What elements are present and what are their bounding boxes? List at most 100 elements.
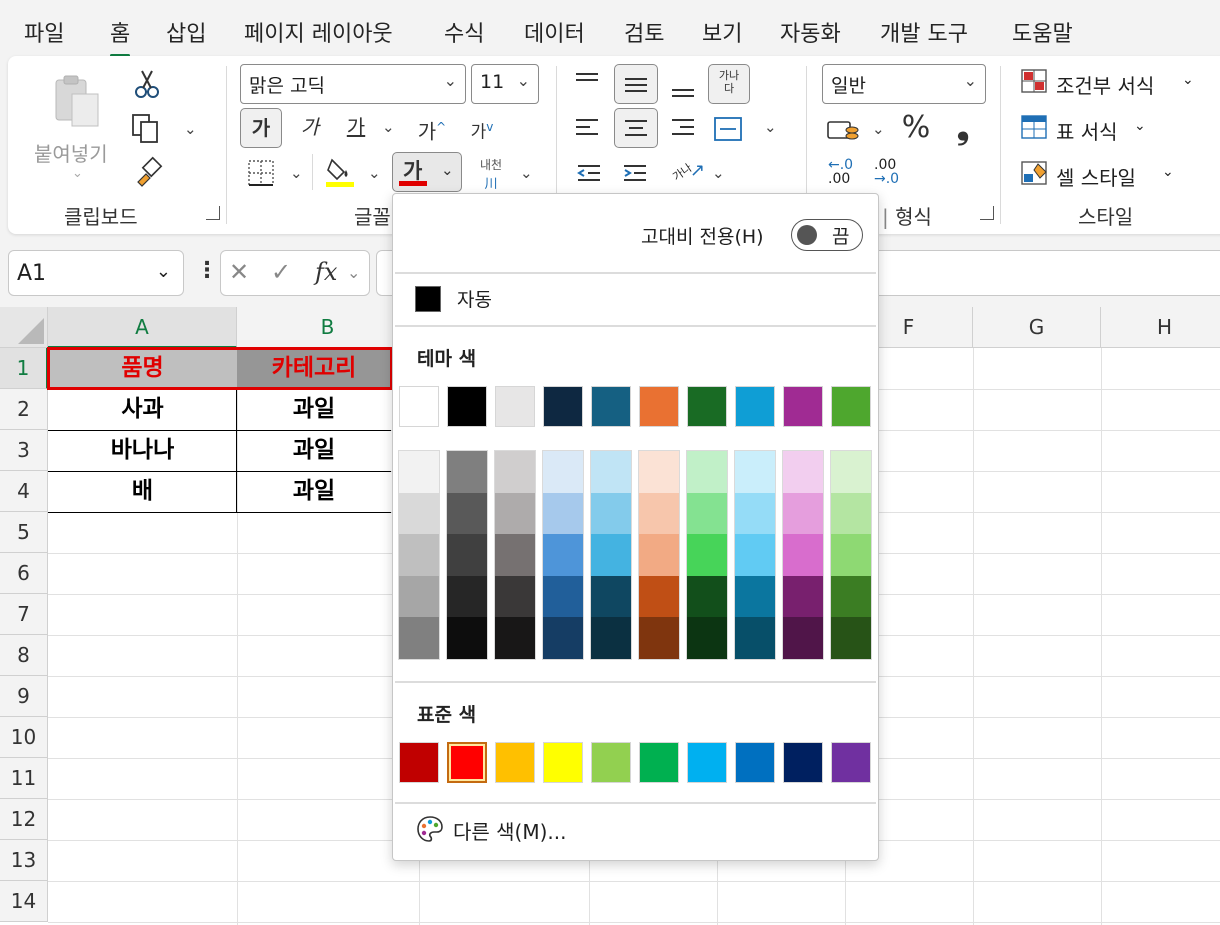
theme-shade-swatch[interactable] [831, 492, 871, 535]
theme-shade-swatch[interactable] [687, 575, 727, 618]
align-bottom-icon[interactable] [668, 72, 698, 102]
theme-shade-swatch[interactable] [831, 575, 871, 618]
theme-shade-swatch[interactable] [447, 534, 487, 577]
cell-styles-button[interactable]: 셀 스타일 ⌄ [1020, 160, 1220, 192]
theme-shade-swatch[interactable] [399, 451, 439, 493]
standard-color-swatch[interactable] [591, 742, 631, 783]
row-header-4[interactable]: 4 [0, 471, 48, 512]
cell-a4[interactable]: 배 [48, 471, 237, 512]
name-box[interactable]: A1 ⌄ [8, 250, 184, 296]
theme-shade-swatch[interactable] [639, 492, 679, 535]
comma-button[interactable]: ❟ [948, 108, 978, 148]
tab-4[interactable]: 페이지 레이아웃 [244, 16, 393, 48]
align-right-icon[interactable] [668, 114, 698, 144]
row-header-13[interactable]: 13 [0, 840, 48, 881]
theme-shade-swatch[interactable] [783, 617, 823, 660]
chevron-down-icon[interactable]: ⌄ [872, 120, 885, 138]
fill-color-icon[interactable] [324, 154, 356, 188]
theme-shade-swatch[interactable] [687, 451, 727, 493]
theme-shade-swatch[interactable] [447, 617, 487, 660]
theme-shade-swatch[interactable] [447, 575, 487, 618]
wrap-text-button[interactable]: 가나 다 [708, 64, 750, 104]
tab-2[interactable]: 홈 [110, 16, 131, 57]
cell-a3[interactable]: 바나나 [48, 430, 237, 471]
theme-shade-swatch[interactable] [687, 617, 727, 660]
theme-shade-swatch[interactable] [735, 492, 775, 535]
chevron-down-icon[interactable]: ⌄ [712, 164, 725, 182]
chevron-down-icon[interactable]: ⌄ [764, 118, 777, 136]
standard-color-swatch[interactable] [399, 742, 439, 783]
column-header-h[interactable]: H [1101, 307, 1220, 348]
standard-color-swatch[interactable] [687, 742, 727, 783]
select-all-button[interactable] [0, 307, 48, 348]
theme-shade-swatch[interactable] [639, 534, 679, 577]
font-color-button[interactable]: 가 ⌄ [392, 152, 462, 192]
more-options-icon[interactable]: ⋮ [196, 258, 218, 283]
theme-shade-swatch[interactable] [591, 451, 631, 493]
align-top-icon[interactable] [572, 68, 602, 98]
tab-8[interactable]: 보기 [702, 16, 742, 48]
cell-b2[interactable]: 과일 [237, 389, 391, 430]
standard-color-swatch[interactable] [495, 742, 535, 783]
theme-color-swatch[interactable] [735, 386, 775, 427]
theme-shade-swatch[interactable] [543, 617, 583, 660]
row-header-6[interactable]: 6 [0, 553, 48, 594]
row-header-8[interactable]: 8 [0, 635, 48, 676]
decrease-indent-icon[interactable] [574, 160, 604, 190]
tab-3[interactable]: 삽입 [166, 16, 206, 48]
theme-color-swatch[interactable] [495, 386, 535, 427]
theme-shade-swatch[interactable] [543, 575, 583, 618]
borders-icon[interactable] [246, 158, 276, 188]
italic-button[interactable]: 가 [292, 108, 328, 148]
theme-shade-swatch[interactable] [639, 575, 679, 618]
theme-color-swatch[interactable] [783, 386, 823, 427]
align-left-icon[interactable] [572, 114, 602, 144]
row-header-5[interactable]: 5 [0, 512, 48, 553]
theme-shade-swatch[interactable] [783, 534, 823, 577]
format-as-table-button[interactable]: 표 서식 ⌄ [1020, 114, 1220, 146]
row-header-9[interactable]: 9 [0, 676, 48, 717]
theme-shade-swatch[interactable] [687, 492, 727, 535]
standard-color-swatch[interactable] [831, 742, 871, 783]
theme-shade-swatch[interactable] [399, 617, 439, 660]
theme-color-swatch[interactable] [591, 386, 631, 427]
tab-6[interactable]: 데이터 [524, 16, 585, 48]
theme-shade-swatch[interactable] [495, 575, 535, 618]
theme-shade-swatch[interactable] [495, 492, 535, 535]
tab-9[interactable]: 자동화 [780, 16, 841, 48]
theme-shade-swatch[interactable] [591, 492, 631, 535]
number-format-dropdown[interactable]: 일반 ⌄ [822, 64, 986, 104]
decrease-decimal-button[interactable]: .00 →.0 [874, 158, 908, 192]
row-header-3[interactable]: 3 [0, 430, 48, 471]
accounting-format-icon[interactable] [826, 116, 860, 146]
theme-color-swatch[interactable] [447, 386, 487, 427]
theme-shade-swatch[interactable] [735, 534, 775, 577]
theme-color-swatch[interactable] [687, 386, 727, 427]
theme-shade-swatch[interactable] [543, 492, 583, 535]
automatic-color-option[interactable]: 자동 [415, 284, 855, 314]
standard-color-swatch[interactable] [783, 742, 823, 783]
cancel-icon[interactable]: ✕ [229, 258, 249, 286]
row-header-1[interactable]: 1 [0, 348, 48, 389]
chevron-down-icon[interactable]: ⌄ [290, 164, 303, 182]
column-header-g[interactable]: G [973, 307, 1101, 348]
dialog-launcher-icon[interactable] [980, 206, 994, 220]
theme-shade-swatch[interactable] [639, 451, 679, 493]
tab-1[interactable]: 파일 [24, 16, 64, 48]
orientation-button[interactable]: 가나 ↗ [670, 160, 710, 190]
row-header-14[interactable]: 14 [0, 881, 48, 922]
theme-shade-swatch[interactable] [735, 575, 775, 618]
font-name-dropdown[interactable]: 맑은 고딕 ⌄ [240, 64, 466, 104]
chevron-down-icon[interactable]: ⌄ [382, 118, 395, 136]
row-header-2[interactable]: 2 [0, 389, 48, 430]
underline-button[interactable]: 가 [338, 108, 374, 148]
theme-shade-swatch[interactable] [543, 451, 583, 493]
format-painter-icon[interactable] [132, 156, 164, 188]
row-header-10[interactable]: 10 [0, 717, 48, 758]
chevron-down-icon[interactable]: ⌄ [347, 263, 360, 282]
chevron-down-icon[interactable]: ⌄ [368, 164, 381, 182]
theme-color-swatch[interactable] [543, 386, 583, 427]
cell-b3[interactable]: 과일 [237, 430, 391, 471]
theme-shade-swatch[interactable] [735, 451, 775, 493]
align-middle-button[interactable] [614, 64, 658, 104]
